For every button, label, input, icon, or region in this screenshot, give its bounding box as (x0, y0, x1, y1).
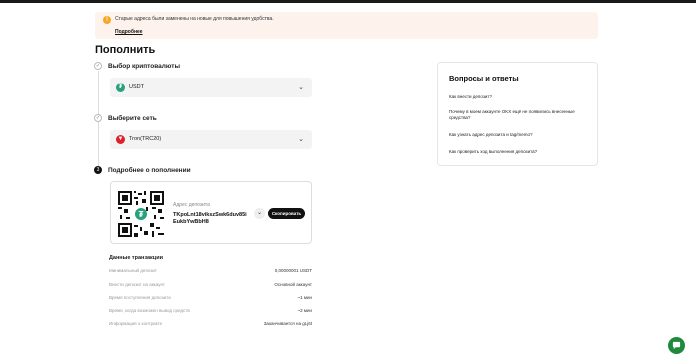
tx-row-value: ~2 мин (297, 308, 312, 313)
tx-row-label: Минимальный депозит (109, 268, 157, 273)
top-bar (0, 0, 696, 3)
notice-banner: ! Старые адреса были заменены на новые д… (95, 12, 598, 39)
tx-row-value[interactable]: Заканчивается на gLj6t (264, 321, 312, 326)
tx-row-label: Внести депозит на аккаунт (109, 282, 165, 287)
tx-row: Время, когда возможен вывод средств ~2 м… (109, 308, 312, 316)
faq-link[interactable]: Как проверить ход выполнения депозита? (449, 149, 589, 155)
tx-row-label: Время поступления депозита (109, 295, 171, 300)
tx-row-label: Время, когда возможен вывод средств (109, 308, 190, 313)
network-select[interactable]: ▼ Tron(TRC20) ⌄ (110, 130, 312, 149)
deposit-address-title: Адрес депозита (173, 202, 210, 208)
currency-select[interactable]: ₮ USDT ⌄ (110, 78, 312, 97)
transaction-details-title: Данные транзакции (109, 255, 163, 261)
notice-more-link[interactable]: Подробнее (115, 29, 143, 35)
tx-row-value: 0,00000001 USDT (274, 268, 312, 273)
step-3-number: 3 (94, 166, 102, 174)
tx-row[interactable]: Информация о контракте Заканчивается на … (109, 321, 312, 329)
step-3-label: Подробнее о пополнении (108, 167, 191, 174)
step-2-label: Выберите сеть (108, 115, 157, 122)
deposit-address-value: TKpoLnt18vikszSwk6duv85iEukbYwBbH8 (173, 212, 247, 225)
chat-button[interactable] (668, 337, 685, 354)
faq-link[interactable]: Почему в моем аккаунте OKX ещё не появил… (449, 109, 589, 121)
chevron-down-icon: ⌄ (298, 136, 304, 143)
copy-address-button[interactable]: Скопировать (268, 208, 305, 219)
network-value: Tron(TRC20) (129, 136, 162, 142)
tx-row: Минимальный депозит 0,00000001 USDT (109, 268, 312, 276)
deposit-address-card: ₮ Адрес депозита TKpoLnt18vikszSwk6duv85… (110, 181, 312, 244)
step-1-check-icon: ✓ (94, 62, 102, 70)
tron-icon: ▼ (116, 135, 125, 144)
usdt-icon: ₮ (116, 83, 125, 92)
tx-row-value[interactable]: Основной аккаунт (274, 282, 312, 287)
currency-value: USDT (129, 84, 144, 90)
svg-text:₮: ₮ (139, 210, 144, 219)
chat-icon (672, 341, 681, 350)
step-2-check-icon: ✓ (94, 114, 102, 122)
tx-row-label: Информация о контракте (109, 321, 163, 326)
chevron-down-icon: ⌄ (298, 84, 304, 91)
step-1-label: Выбор криптовалюты (108, 63, 180, 70)
tx-row: Время поступления депозита ~1 мин (109, 295, 312, 303)
chevron-down-icon[interactable]: ⌄ (254, 208, 265, 219)
faq-link[interactable]: Как внести депозит? (449, 94, 589, 100)
tx-row[interactable]: Внести депозит на аккаунт Основной аккау… (109, 282, 312, 290)
faq-title: Вопросы и ответы (449, 74, 519, 83)
notice-message: Старые адреса были заменены на новые для… (115, 16, 274, 22)
faq-link[interactable]: Как узнать адрес депозита и tag/memo? (449, 132, 589, 138)
warning-icon: ! (103, 16, 111, 24)
tx-row-value: ~1 мин (297, 295, 312, 300)
faq-panel: Вопросы и ответы Как внести депозит? Поч… (437, 62, 598, 166)
qr-code: ₮ (118, 191, 164, 237)
page-title: Пополнить (95, 44, 156, 56)
